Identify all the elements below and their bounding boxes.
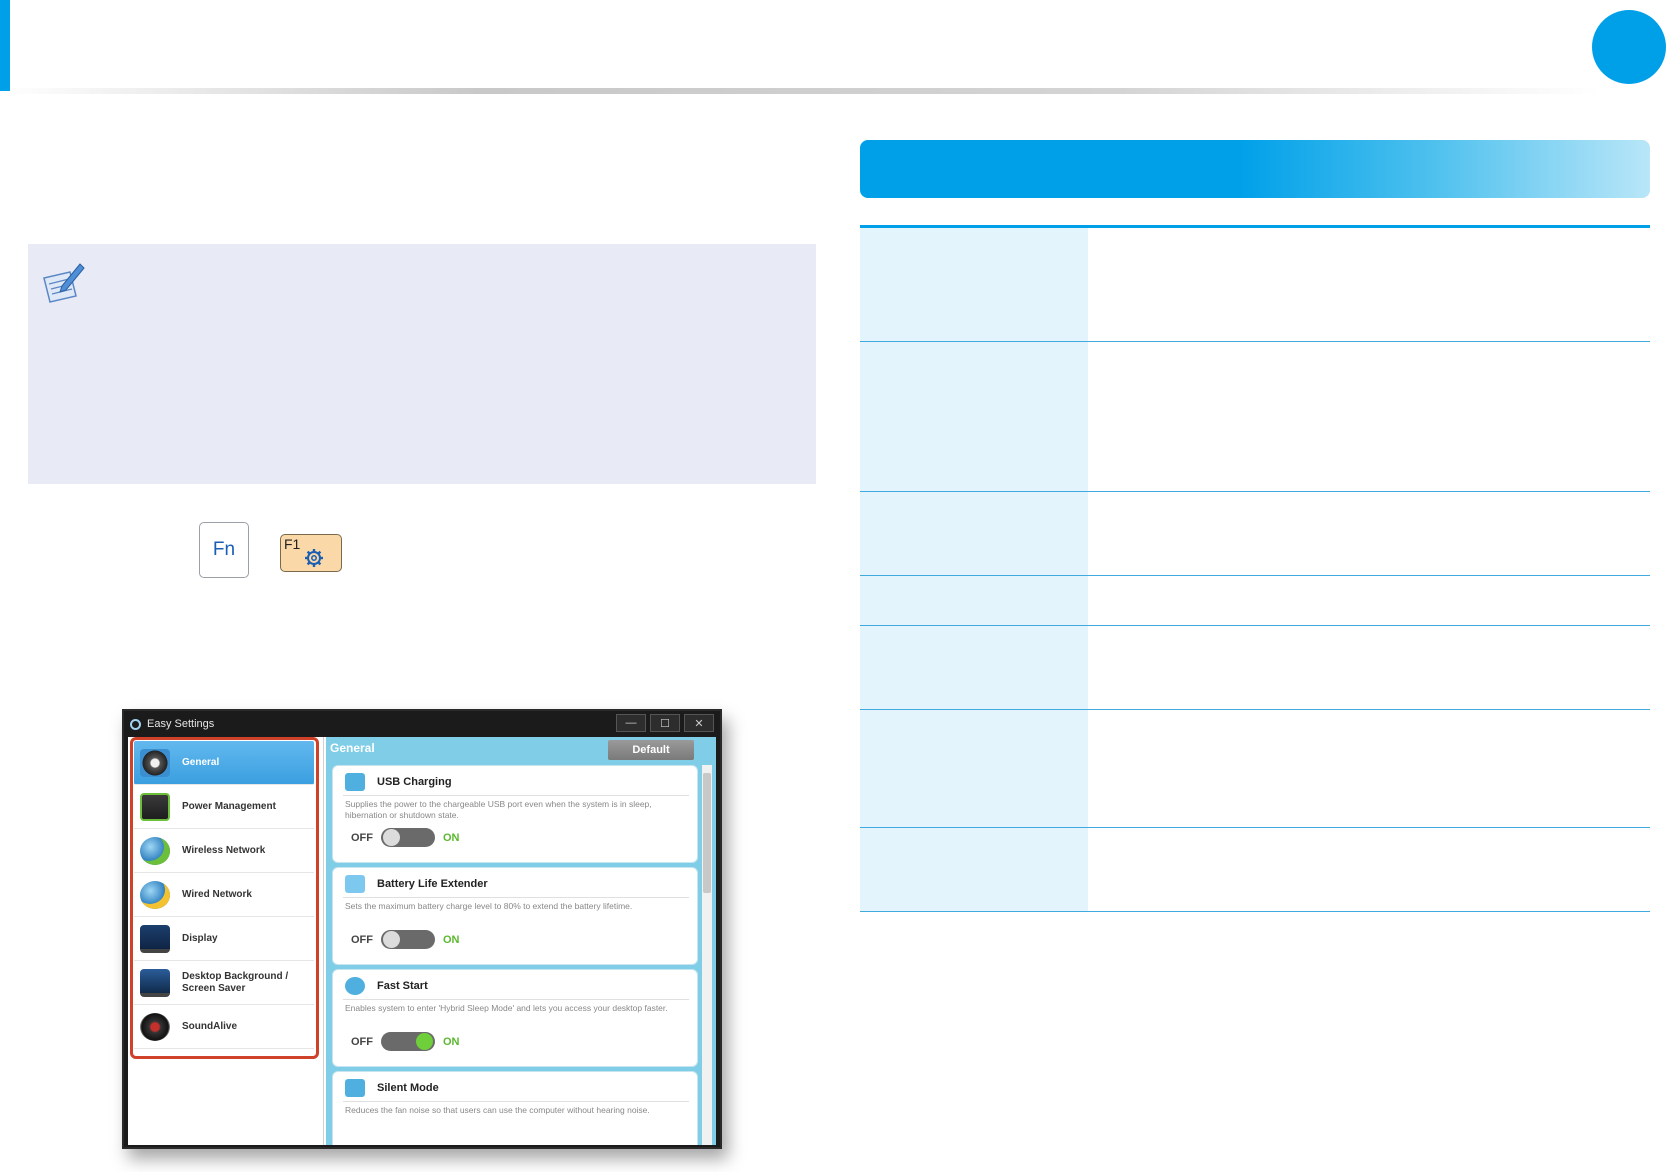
card-title: Silent Mode — [377, 1082, 439, 1094]
table-label-cell — [860, 710, 1088, 827]
battery-life-extender-toggle[interactable] — [381, 930, 435, 949]
gear-icon — [305, 549, 323, 567]
sidebar-item-label: Desktop Background / Screen Saver — [182, 970, 289, 994]
table-label-cell — [860, 576, 1088, 625]
toggle-knob — [383, 931, 400, 948]
fast-start-icon — [345, 977, 365, 995]
header-divider — [0, 88, 1600, 94]
setting-card-fast-start: Fast Start Enables system to enter 'Hybr… — [332, 969, 698, 1067]
table-row — [860, 576, 1650, 626]
card-title: USB Charging — [377, 776, 452, 788]
battery-icon — [140, 792, 170, 821]
window-body: General Power Management Wireless Networ… — [128, 737, 716, 1145]
settings-content: General Default USB Charging Supplies th… — [326, 737, 716, 1145]
fn-key: Fn — [199, 522, 249, 578]
table-row — [860, 828, 1650, 912]
f1-key: F1 — [280, 534, 342, 572]
off-label: OFF — [351, 1035, 373, 1048]
usb-charging-toggle[interactable] — [381, 828, 435, 847]
on-label: ON — [443, 1035, 460, 1048]
sidebar-item-wired-network[interactable]: Wired Network — [134, 873, 314, 917]
app-logo-icon — [130, 718, 141, 730]
section-banner — [860, 140, 1650, 198]
on-label: ON — [443, 831, 460, 844]
table-row — [860, 710, 1650, 828]
fan-icon — [345, 1079, 365, 1097]
fast-start-toggle[interactable] — [381, 1032, 435, 1051]
sidebar-item-label: Wired Network — [182, 888, 252, 900]
table-label-cell — [860, 342, 1088, 491]
general-icon — [140, 748, 170, 777]
window-title: Easy Settings — [147, 718, 215, 730]
speaker-icon — [140, 1012, 170, 1041]
on-label: ON — [443, 933, 460, 946]
window-title-bar: Easy Settings — [130, 714, 214, 734]
minimize-button[interactable]: — — [616, 714, 646, 732]
off-label: OFF — [351, 933, 373, 946]
card-divider — [343, 897, 689, 898]
default-button[interactable]: Default — [608, 740, 694, 760]
header-accent-bar — [0, 0, 10, 91]
settings-sidebar: General Power Management Wireless Networ… — [128, 737, 324, 1145]
table-row — [860, 492, 1650, 576]
close-button[interactable]: ✕ — [684, 714, 714, 732]
usb-icon — [345, 773, 365, 791]
sidebar-item-label: Wireless Network — [182, 844, 266, 856]
maximize-button[interactable]: ☐ — [650, 714, 680, 732]
table-label-cell — [860, 626, 1088, 709]
table-label-cell — [860, 228, 1088, 341]
content-title: General — [330, 741, 375, 755]
toggle-knob — [383, 829, 400, 846]
sidebar-item-display[interactable]: Display — [134, 917, 314, 961]
note-pencil-icon — [43, 263, 85, 303]
card-title: Fast Start — [377, 980, 428, 992]
content-scrollbar[interactable] — [702, 765, 712, 1145]
toggle-row: OFF ON — [351, 930, 460, 949]
desktop-background-icon — [140, 968, 170, 997]
toggle-row: OFF ON — [351, 828, 460, 847]
note-box — [28, 244, 816, 484]
table-label-cell — [860, 492, 1088, 575]
battery-extender-icon — [345, 875, 365, 893]
table-row — [860, 626, 1650, 710]
card-description: Reduces the fan noise so that users can … — [345, 1105, 650, 1115]
table-row — [860, 342, 1650, 492]
sidebar-item-label: Display — [182, 932, 218, 944]
off-label: OFF — [351, 831, 373, 844]
toggle-knob — [416, 1033, 433, 1050]
f1-key-label: F1 — [284, 536, 301, 552]
monitor-icon — [140, 924, 170, 953]
sidebar-item-wireless-network[interactable]: Wireless Network — [134, 829, 314, 873]
manual-page: Fn F1 Easy Settings — ☐ ✕ General Power … — [0, 0, 1667, 1172]
globe-wifi-icon — [140, 836, 170, 865]
scrollbar-thumb[interactable] — [703, 773, 711, 893]
easy-settings-window: Easy Settings — ☐ ✕ General Power Manage… — [122, 709, 722, 1149]
globe-lan-icon — [140, 880, 170, 909]
setting-card-silent-mode: Silent Mode Reduces the fan noise so tha… — [332, 1071, 698, 1145]
table-row — [860, 228, 1650, 342]
card-description: Sets the maximum battery charge level to… — [345, 901, 633, 911]
fn-key-label: Fn — [212, 539, 236, 560]
toggle-row: OFF ON — [351, 1032, 460, 1051]
table-label-cell — [860, 828, 1088, 911]
page-number-badge — [1592, 10, 1666, 84]
setting-card-battery-life-extender: Battery Life Extender Sets the maximum b… — [332, 867, 698, 965]
card-description: Enables system to enter 'Hybrid Sleep Mo… — [345, 1003, 668, 1013]
card-divider — [343, 1101, 689, 1102]
card-divider — [343, 999, 689, 1000]
sidebar-item-soundalive[interactable]: SoundAlive — [134, 1005, 314, 1049]
sidebar-item-desktop-background[interactable]: Desktop Background / Screen Saver — [134, 961, 314, 1005]
card-title: Battery Life Extender — [377, 878, 488, 890]
sidebar-item-power-management[interactable]: Power Management — [134, 785, 314, 829]
sidebar-item-label: SoundAlive — [182, 1020, 238, 1032]
sidebar-item-general[interactable]: General — [134, 741, 314, 785]
setting-card-usb-charging: USB Charging Supplies the power to the c… — [332, 765, 698, 863]
sidebar-item-label: Power Management — [182, 800, 276, 812]
card-divider — [343, 795, 689, 796]
sidebar-item-label: General — [182, 756, 220, 768]
card-description: Supplies the power to the chargeable USB… — [345, 799, 652, 820]
